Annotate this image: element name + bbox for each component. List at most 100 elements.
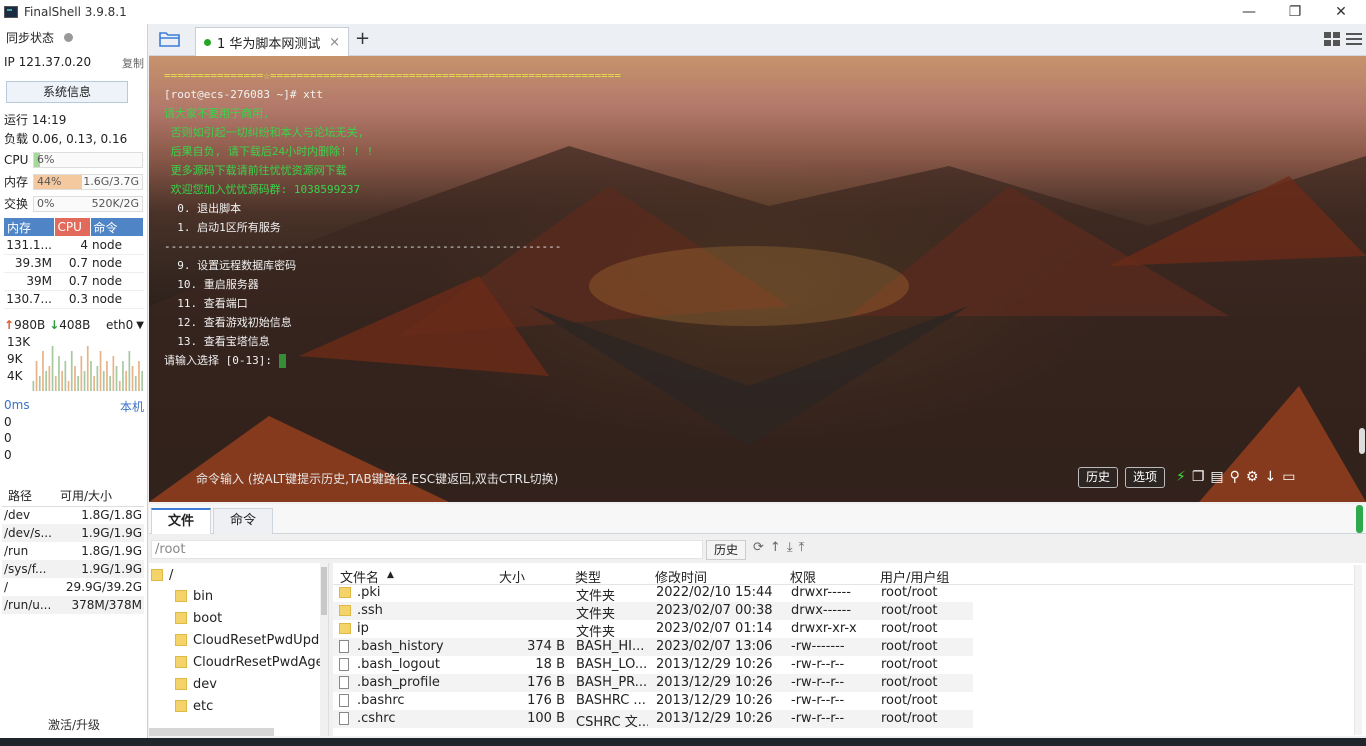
disk-row[interactable]: /dev/s... 1.9G/1.9G xyxy=(2,524,144,542)
gear-icon[interactable]: ⚙ xyxy=(1246,469,1259,485)
terminal-scrollbar-thumb[interactable] xyxy=(1359,428,1365,454)
history-button[interactable]: 历史 xyxy=(1078,467,1119,488)
process-col-command[interactable]: 命令 xyxy=(90,218,144,236)
tree-item-root[interactable]: / xyxy=(151,565,173,585)
network-bar xyxy=(115,366,118,391)
network-bar xyxy=(42,351,44,391)
terminal-scrollbar[interactable] xyxy=(1357,56,1366,502)
tree-scrollbar[interactable] xyxy=(320,563,328,736)
tree-horizontal-scrollbar[interactable] xyxy=(149,728,274,736)
refresh-icon[interactable]: ⟳ xyxy=(753,540,764,555)
file-size: 18 B xyxy=(535,657,565,672)
process-col-memory[interactable]: 内存 xyxy=(4,218,55,236)
disk-size: 29.9G/39.2G xyxy=(65,580,142,594)
tab-files[interactable]: 文件 xyxy=(151,508,211,534)
disk-size: 378M/378M xyxy=(54,596,144,614)
copy-ip-link[interactable]: 复制 xyxy=(122,55,144,71)
file-row[interactable]: .bash_logout 18 B BASH_LO... 2013/12/29 10:… xyxy=(333,656,973,674)
path-input[interactable]: /root xyxy=(151,540,703,559)
download-arrow-icon[interactable]: ↓ xyxy=(1264,469,1276,485)
disk-col-size[interactable]: 可用/大小 xyxy=(54,486,144,507)
paste-icon[interactable]: ▤ xyxy=(1210,469,1223,485)
tree-item-cloudrresetpwdagent[interactable]: CloudrResetPwdAgent xyxy=(175,652,328,672)
tree-item-etc[interactable]: etc xyxy=(175,696,213,716)
file-row[interactable]: .bash_history 374 B BASH_HI... 2023/02/07 1… xyxy=(333,638,973,656)
green-scroll-indicator[interactable] xyxy=(1356,505,1363,533)
upload-icon[interactable]: ⤒ xyxy=(799,540,805,555)
grid-layout-icon[interactable] xyxy=(1324,32,1340,46)
process-mem: 39M xyxy=(4,272,54,291)
sort-asc-icon[interactable]: ▲ xyxy=(387,570,394,580)
tab-commands[interactable]: 命令 xyxy=(213,508,273,534)
tree-item-cloudresetpwdupdateagent[interactable]: CloudResetPwdUpdateAgent xyxy=(175,630,328,650)
file-perm: -rw-r--r-- xyxy=(791,711,845,726)
close-button[interactable]: ✕ xyxy=(1318,0,1364,24)
network-interface-select[interactable]: eth0 xyxy=(106,318,133,332)
maximize-button[interactable]: ❐ xyxy=(1272,0,1318,24)
network-bar xyxy=(90,361,92,391)
process-cpu: 0.7 xyxy=(54,254,90,273)
tree-item-label: etc xyxy=(193,698,214,714)
download-rate: 408B xyxy=(59,318,91,332)
process-row[interactable]: 39.3M 0.7 node xyxy=(4,254,144,273)
process-row[interactable]: 39M 0.7 node xyxy=(4,272,144,291)
command-input-bar[interactable]: 命令输入 (按ALT键提示历史,TAB键路径,ESC键返回,双击CTRL切换) … xyxy=(149,464,1366,492)
open-folder-icon[interactable] xyxy=(159,30,181,51)
tree-item-dev[interactable]: dev xyxy=(175,674,217,694)
tab-session-1[interactable]: 1 华为脚本网测试 × xyxy=(195,27,349,56)
network-bar xyxy=(35,361,38,391)
minimize-button[interactable]: — xyxy=(1226,0,1272,24)
up-directory-icon[interactable]: ↑ xyxy=(770,540,781,555)
process-mem: 131.1... xyxy=(4,236,54,255)
process-row[interactable]: 131.1... 4 node xyxy=(4,236,144,255)
file-row[interactable]: .pki 文件夹 2022/02/10 15:44 drwxr----- root/ro… xyxy=(333,584,973,604)
network-bar xyxy=(32,381,35,391)
file-row[interactable]: .cshrc 100 B CSHRC 文... 2013/12/29 10:26 -rw… xyxy=(333,710,973,730)
network-bar xyxy=(134,376,137,391)
system-info-button[interactable]: 系统信息 xyxy=(6,81,128,103)
file-perm: -rw-r--r-- xyxy=(791,693,845,708)
activate-upgrade-link[interactable]: 激活/升级 xyxy=(0,716,148,733)
download-icon[interactable]: ⤓ xyxy=(787,540,793,555)
disk-row[interactable]: / 29.9G/39.2G xyxy=(2,578,144,596)
disk-path: / xyxy=(4,580,9,594)
latency-host[interactable]: 本机 xyxy=(120,398,144,415)
copy-icon[interactable]: ❐ xyxy=(1192,469,1205,485)
terminal-cursor xyxy=(278,354,286,368)
tree-item-bin[interactable]: bin xyxy=(175,586,213,606)
command-input-hint[interactable]: 命令输入 (按ALT键提示历史,TAB键路径,ESC键返回,双击CTRL切换) xyxy=(196,470,558,487)
uptime: 运行 14:19 xyxy=(4,113,67,127)
close-tab-icon[interactable]: × xyxy=(329,35,340,50)
disk-col-path[interactable]: 路径 xyxy=(2,486,54,507)
file-row[interactable]: ip 文件夹 2023/02/07 01:14 drwxr-xr-x root/root xyxy=(333,620,973,640)
file-owner: root/root xyxy=(881,657,938,672)
file-list-scrollbar[interactable] xyxy=(1354,565,1362,735)
search-icon[interactable]: ⚲ xyxy=(1230,469,1240,485)
disk-row[interactable]: /run/u... 378M/378M xyxy=(2,596,144,614)
file-row[interactable]: .ssh 文件夹 2023/02/07 00:38 drwx------ root/ro… xyxy=(333,602,973,622)
process-col-cpu[interactable]: CPU xyxy=(54,218,91,236)
tree-scrollbar-thumb[interactable] xyxy=(321,567,327,615)
tree-item-boot[interactable]: boot xyxy=(175,608,222,628)
network-bar xyxy=(102,371,105,391)
process-row[interactable]: 130.7... 0.3 node xyxy=(4,290,144,309)
terminal-line: 13. 查看宝塔信息 xyxy=(164,335,270,348)
file-row[interactable]: .bash_profile 176 B BASH_PR... 2013/12/29 1… xyxy=(333,674,973,692)
disk-row[interactable]: /run 1.8G/1.9G xyxy=(2,542,144,560)
tab-label: 1 华为脚本网测试 xyxy=(217,36,321,52)
disk-row[interactable]: /dev 1.8G/1.8G xyxy=(2,506,144,524)
fullscreen-icon[interactable]: ▭ xyxy=(1282,469,1295,485)
swap-label: 交换 xyxy=(4,197,29,211)
add-tab-button[interactable]: + xyxy=(355,28,370,49)
lightning-icon[interactable]: ⚡ xyxy=(1176,469,1186,485)
options-button[interactable]: 选项 xyxy=(1125,467,1166,488)
file-row[interactable]: .bashrc 176 B BASHRC ... 2013/12/29 10:26 -r… xyxy=(333,692,973,710)
menu-icon[interactable] xyxy=(1346,32,1362,46)
file-mtime: 2023/02/07 00:38 xyxy=(656,603,773,618)
chevron-down-icon[interactable]: ▼ xyxy=(136,320,144,331)
disk-row[interactable]: /sys/f... 1.9G/1.9G xyxy=(2,560,144,578)
path-history-button[interactable]: 历史 xyxy=(706,540,746,560)
terminal-line: 更多源码下载请前往忧忧资源网下载 xyxy=(164,164,347,177)
memory-bar: 44% 1.6G/3.7G xyxy=(33,173,143,190)
terminal[interactable]: ===============☆========================… xyxy=(149,56,1366,502)
